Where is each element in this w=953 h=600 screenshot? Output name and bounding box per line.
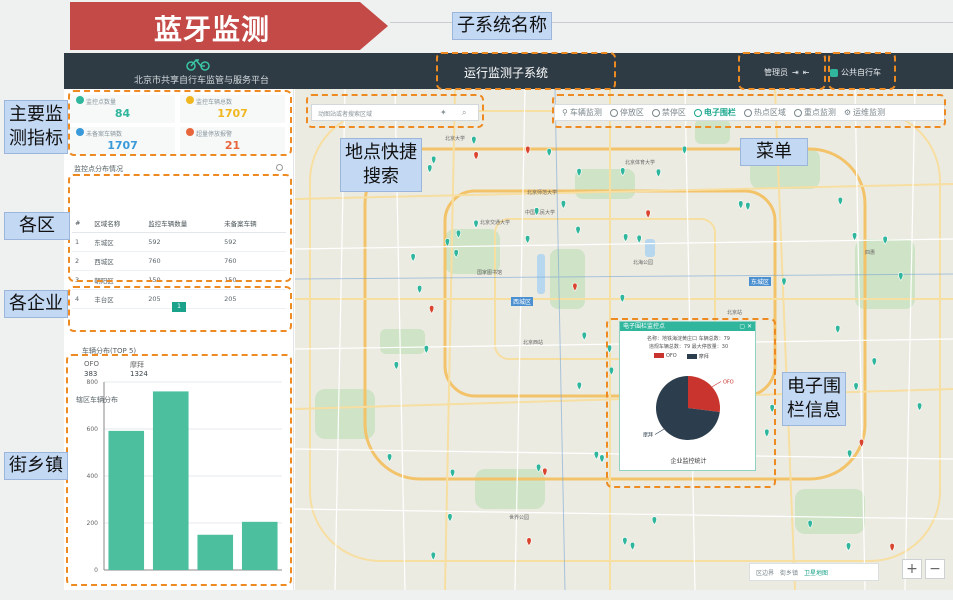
monitor-point-marker-icon [651, 516, 657, 526]
slide-title-banner: 蓝牙监测 [70, 0, 390, 52]
monitor-point-marker-icon [871, 357, 877, 367]
monitor-point-marker-icon [837, 196, 843, 206]
monitor-point-marker-icon [423, 345, 429, 354]
monitor-point-marker-icon [629, 541, 636, 551]
monitor-point-marker-icon [599, 454, 605, 464]
alarm-marker-icon [889, 543, 895, 552]
monitor-point-marker-icon [450, 468, 456, 478]
monitor-point-marker-icon [781, 277, 787, 287]
monitor-point-marker-icon [410, 253, 416, 262]
annotation-area: 各区 [4, 212, 70, 240]
alarm-marker-icon [429, 305, 435, 314]
monitor-point-marker-icon [576, 168, 582, 177]
highlight-kpi [68, 90, 292, 156]
alarm-marker-icon [526, 537, 532, 547]
annotation-enterprise: 各企业 [4, 290, 68, 318]
alarm-marker-icon [525, 145, 531, 155]
monitor-point-marker-icon [852, 232, 858, 242]
monitor-point-marker-icon [622, 537, 628, 546]
monitor-point-marker-icon [898, 272, 904, 281]
alarm-marker-icon [645, 209, 651, 219]
monitor-point-marker-icon [387, 453, 393, 463]
monitor-point-marker-icon [681, 145, 688, 155]
annotation-subsystem: 子系统名称 [452, 12, 552, 40]
monitor-point-marker-icon [623, 233, 629, 243]
slide-title: 蓝牙监测 [154, 13, 271, 46]
monitor-point-marker-icon [620, 167, 626, 177]
monitor-point-marker-icon [619, 294, 625, 303]
highlight-menu [552, 94, 946, 128]
monitor-point-marker-icon [536, 463, 542, 473]
monitor-point-marker-icon [393, 361, 399, 371]
monitor-point-marker-icon [845, 542, 852, 552]
monitor-point-marker-icon [636, 234, 642, 244]
alarm-marker-icon [473, 151, 479, 161]
alarm-marker-icon [572, 282, 578, 292]
monitor-point-marker-icon [807, 519, 813, 529]
highlight-e-fence [606, 318, 776, 488]
tool-satellite-map[interactable]: 卫星地图 [804, 568, 828, 577]
monitor-point-marker-icon [447, 513, 453, 523]
monitor-point-marker-icon [427, 164, 433, 174]
highlight-subsystem [436, 52, 616, 90]
bicycle-logo-icon [186, 58, 210, 71]
monitor-point-marker-icon [853, 382, 859, 392]
monitor-point-marker-icon [745, 202, 751, 211]
monitor-point-marker-icon [581, 331, 587, 341]
monitor-point-marker-icon [593, 450, 599, 460]
monitor-point-marker-icon [471, 136, 477, 145]
highlight-area [68, 174, 292, 282]
highlight-street [66, 354, 292, 586]
annotation-e-fence: 电子围 栏信息 [782, 372, 846, 426]
platform-name: 北京市共享自行车监管与服务平台 [134, 76, 270, 86]
monitor-point-marker-icon [835, 325, 841, 334]
tool-street-town[interactable]: 街乡镇 [780, 568, 798, 577]
monitor-point-marker-icon [430, 551, 436, 561]
zoom-out-button[interactable]: − [925, 559, 945, 579]
monitor-point-marker-icon [444, 238, 450, 247]
monitor-point-marker-icon [453, 249, 459, 259]
monitor-point-marker-icon [575, 226, 581, 235]
annotation-kpi: 主要监 测指标 [4, 100, 68, 154]
alarm-marker-icon [858, 438, 865, 448]
refresh-icon[interactable] [276, 164, 283, 171]
highlight-enterprise [68, 286, 292, 332]
zoom-in-button[interactable]: + [902, 559, 922, 579]
highlight-search [306, 94, 484, 128]
monitor-point-marker-icon [576, 381, 582, 391]
monitor-point-marker-icon [473, 219, 479, 229]
tool-district-boundary[interactable]: 区边界 [756, 568, 774, 577]
monitor-point-marker-icon [534, 207, 540, 217]
alarm-marker-icon [542, 467, 548, 477]
monitor-point-marker-icon [655, 168, 661, 178]
monitor-point-marker-icon [546, 148, 552, 157]
annotation-menu: 菜单 [740, 138, 808, 166]
area-section-title: 监控点分布情况 [74, 165, 123, 173]
monitor-point-marker-icon [455, 229, 461, 239]
monitor-point-marker-icon [417, 285, 423, 294]
map-layer-tools: 区边界 街乡镇 卫星地图 [749, 563, 879, 581]
monitor-point-marker-icon [882, 235, 888, 245]
monitor-point-marker-icon [847, 449, 853, 459]
highlight-user [738, 52, 826, 90]
monitor-point-marker-icon [917, 402, 923, 412]
monitor-point-marker-icon [431, 155, 437, 165]
annotation-search: 地点快捷 搜索 [340, 138, 422, 192]
highlight-public-bike [828, 52, 896, 90]
annotation-street: 街乡镇 [4, 452, 68, 480]
monitor-point-marker-icon [738, 200, 744, 210]
monitor-point-marker-icon [525, 235, 531, 244]
monitor-point-marker-icon [560, 200, 566, 210]
